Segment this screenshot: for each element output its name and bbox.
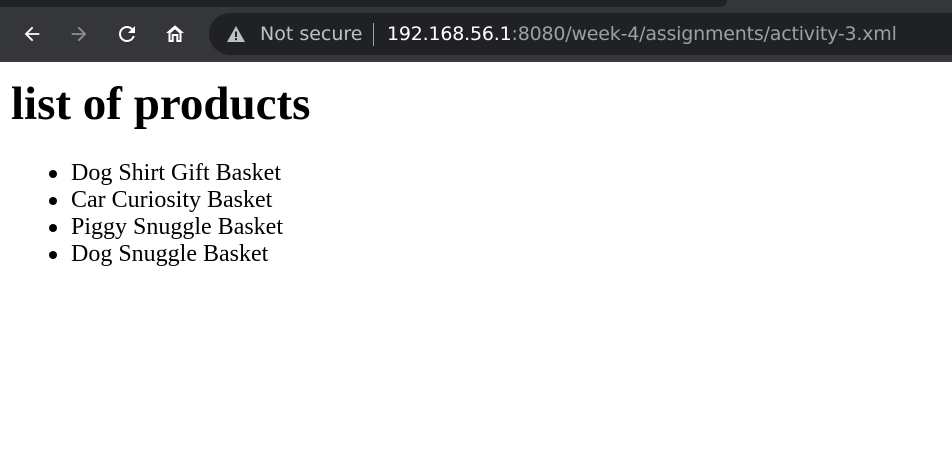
back-arrow-icon [24, 26, 40, 42]
bullet-icon [49, 197, 57, 205]
omnibox-divider [373, 23, 374, 46]
product-name: Piggy Snuggle Basket [71, 214, 284, 240]
home-icon [166, 25, 184, 42]
bullet-icon [49, 251, 57, 259]
product-name: Dog Shirt Gift Basket [71, 160, 281, 186]
warning-triangle-icon[interactable] [226, 25, 246, 43]
tab-strip [0, 0, 727, 7]
url-host: 192.168.56.1 [387, 23, 512, 45]
product-name: Dog Snuggle Basket [71, 241, 269, 267]
reload-button[interactable] [111, 17, 143, 51]
product-list-item: Piggy Snuggle Basket [0, 214, 283, 241]
home-button[interactable] [159, 17, 191, 51]
forward-button[interactable] [63, 17, 95, 51]
product-list-item: Dog Shirt Gift Basket [0, 160, 283, 187]
product-list: Dog Shirt Gift Basket Car Curiosity Bask… [0, 160, 283, 268]
forward-arrow-icon [71, 26, 87, 42]
back-button[interactable] [16, 17, 48, 51]
bullet-icon [49, 224, 57, 232]
page-title: list of products [11, 78, 311, 130]
url-path: :8080/week-4/assignments/activity-3.xml [511, 23, 897, 45]
product-name: Car Curiosity Basket [71, 187, 273, 213]
product-list-item: Car Curiosity Basket [0, 187, 283, 214]
url-text[interactable]: 192.168.56.1:8080/week-4/assignments/act… [387, 21, 897, 47]
address-bar[interactable]: Not secure 192.168.56.1:8080/week-4/assi… [209, 13, 952, 55]
bullet-icon [49, 170, 57, 178]
reload-icon [119, 26, 135, 42]
browser-toolbar: Not secure 192.168.56.1:8080/week-4/assi… [0, 0, 952, 62]
product-list-item: Dog Snuggle Basket [0, 241, 283, 268]
security-status-label[interactable]: Not secure [260, 21, 363, 47]
page-content: list of products Dog Shirt Gift Basket C… [0, 63, 952, 465]
toolbar-divider [0, 60, 952, 62]
